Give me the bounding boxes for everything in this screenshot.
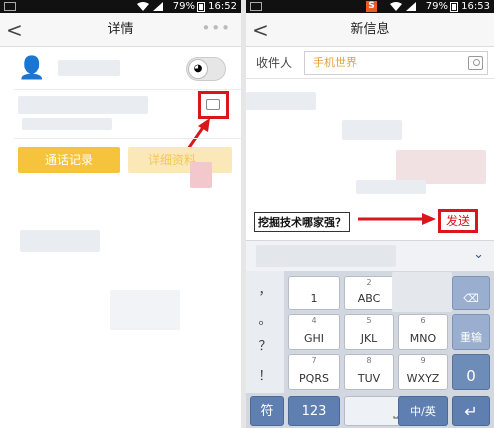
contact-avatar-icon: 👤 [18,56,46,81]
numeric-key[interactable]: 123 [288,396,340,426]
blurred-contact-name [58,60,120,76]
toggle-knob-icon: ◕ [188,59,208,79]
more-menu-button[interactable]: ••• [201,19,231,37]
wifi-icon [390,2,402,11]
key-tuv[interactable]: 8 TUV [344,354,394,390]
key-pqrs[interactable]: 7 PQRS [288,354,340,390]
punctuation-column: ， 。 ？ ！ [246,271,284,393]
signal-icon [153,2,163,11]
key-ghi[interactable]: 4 GHI [288,314,340,350]
app-badge-icon: S [366,1,377,12]
chevron-down-icon[interactable]: ⌄ [473,247,484,262]
recipient-label: 收件人 [256,56,293,70]
candidate-bar: ⌄ [246,240,494,271]
clock: 16:52 [208,1,237,12]
key-abc[interactable]: 2 ABC [344,276,394,310]
contact-detail-screen: 79% 16:52 < 详情 ••• 👤 ◕ 通话记录 详细资料 [0,0,241,428]
key-jkl[interactable]: 5 JKL [344,314,394,350]
key-mno[interactable]: 6 MNO [398,314,448,350]
call-log-button[interactable]: 通话记录 [18,147,120,173]
key-wxyz[interactable]: 9 WXYZ [398,354,448,390]
battery-percent: 79% [425,1,448,12]
reset-key[interactable]: 重输 [452,314,490,350]
contact-picker-icon[interactable] [468,56,483,70]
blurred-phone-number [18,96,148,114]
message-text-input[interactable]: 挖掘技术哪家强？ [254,212,350,232]
detail-info-button[interactable]: 详细资料 [128,147,232,173]
battery-icon [450,2,458,12]
language-switch-key[interactable]: 中/英 [398,396,448,426]
clock: 16:53 [461,1,490,12]
backspace-key[interactable]: ⌫ [452,276,490,310]
recipient-value: 手机世界 [313,56,357,69]
send-button[interactable]: 发送 [438,209,478,233]
status-bar: 79% 16:52 [0,0,241,13]
new-message-screen: S 79% 16:53 < 新信息 收件人 手机世界 挖掘技术哪家强？ 发送 ⌄… [246,0,494,428]
punct-exclaim[interactable]: ！ [246,365,284,384]
message-icon [206,99,220,110]
notification-icon [250,2,262,11]
punct-period[interactable]: 。 [246,309,284,328]
enter-key[interactable]: ↵ [452,396,490,426]
red-arrow-annotation [358,213,436,225]
key-1[interactable]: 1 [288,276,340,310]
title-bar: < 详情 ••• [0,13,241,47]
signal-icon [406,2,416,11]
send-message-button[interactable] [198,91,229,119]
punct-comma[interactable]: ， [246,279,284,298]
wifi-icon [137,2,149,11]
recipient-input[interactable]: 手机世界 [304,51,488,75]
key-0[interactable]: 0 [452,354,490,390]
title-bar: < 新信息 [246,13,494,47]
page-title: 新信息 [350,22,390,37]
battery-percent: 79% [172,1,195,12]
battery-icon [197,2,205,12]
notification-icon [4,2,16,11]
symbols-key[interactable]: 符 [250,396,284,426]
favorite-toggle[interactable]: ◕ [186,57,226,81]
status-bar: S 79% 16:53 [246,0,494,13]
recipient-row: 收件人 手机世界 [246,47,494,79]
punct-question[interactable]: ？ [246,335,284,354]
